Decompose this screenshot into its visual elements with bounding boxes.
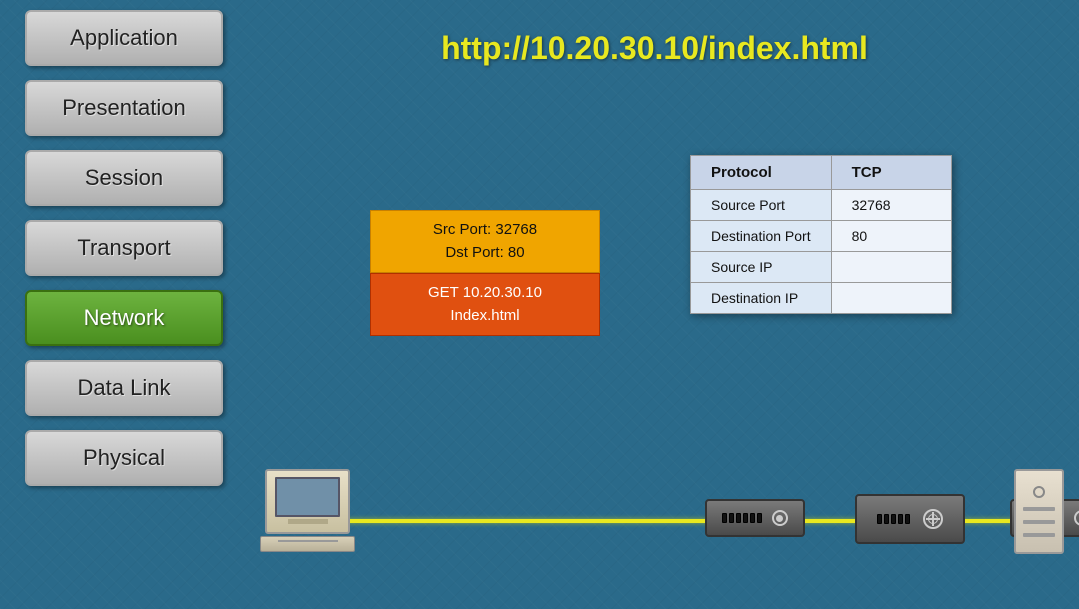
src-port-label: Src Port: 32768 <box>381 219 589 242</box>
switch-device-1 <box>705 499 805 537</box>
layer-application-btn[interactable]: Application <box>25 10 223 66</box>
dst-port-label: Dst Port: 80 <box>381 242 589 265</box>
http-line2: Index.html <box>381 305 589 328</box>
table-row-dst-port: Destination Port 80 <box>691 221 952 252</box>
table-row-src-port: Source Port 32768 <box>691 190 952 221</box>
src-ip-label-cell: Source IP <box>691 252 832 283</box>
layer-network-btn[interactable]: Network <box>25 290 223 346</box>
url-display: http://10.20.30.10/index.html <box>250 30 1059 67</box>
layer-presentation-btn[interactable]: Presentation <box>25 80 223 136</box>
dst-ip-label-cell: Destination IP <box>691 283 832 314</box>
table-header-tcp: TCP <box>831 156 951 190</box>
dst-port-value-cell: 80 <box>831 221 951 252</box>
table-row-dst-ip: Destination IP <box>691 283 952 314</box>
layer-datalink-btn[interactable]: Data Link <box>25 360 223 416</box>
layer-physical-btn[interactable]: Physical <box>25 430 223 486</box>
packet-transport-layer: Src Port: 32768 Dst Port: 80 <box>370 210 600 273</box>
table-row-src-ip: Source IP <box>691 252 952 283</box>
table-header-protocol: Protocol <box>691 156 832 190</box>
layer-session-btn[interactable]: Session <box>25 150 223 206</box>
src-ip-value-cell <box>831 252 951 283</box>
http-line1: GET 10.20.30.10 <box>381 282 589 305</box>
packet-display: Src Port: 32768 Dst Port: 80 GET 10.20.3… <box>370 210 600 336</box>
network-diagram <box>250 464 1069 594</box>
protocol-info-table: Protocol TCP Source Port 32768 Destinati… <box>690 155 952 314</box>
server-device <box>1014 469 1064 554</box>
dst-port-label-cell: Destination Port <box>691 221 832 252</box>
dst-ip-value-cell <box>831 283 951 314</box>
src-port-value-cell: 32768 <box>831 190 951 221</box>
packet-http-layer: GET 10.20.30.10 Index.html <box>370 273 600 336</box>
computer-device <box>260 469 355 552</box>
osi-layer-sidebar: Application Presentation Session Transpo… <box>25 10 223 486</box>
router-device <box>855 494 965 544</box>
layer-transport-btn[interactable]: Transport <box>25 220 223 276</box>
src-port-label-cell: Source Port <box>691 190 832 221</box>
